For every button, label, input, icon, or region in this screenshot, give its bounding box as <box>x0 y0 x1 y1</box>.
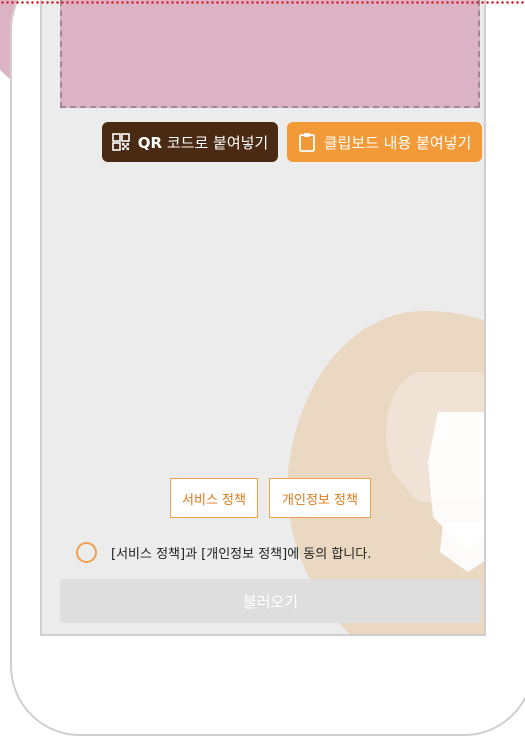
clipboard-icon <box>298 133 315 152</box>
app-screen: QR 코드로 붙여넣기 클립보드 내용 붙여넣기 서비스 정책 개인정보 정책 … <box>40 0 486 636</box>
service-policy-button[interactable]: 서비스 정책 <box>170 478 258 518</box>
privacy-policy-button[interactable]: 개인정보 정책 <box>269 478 371 518</box>
qr-button-label: QR 코드로 붙여넣기 <box>137 133 269 152</box>
agreement-row: [서비스 정책]과 [개인정보 정책]에 동의 합니다. <box>76 540 371 564</box>
clipboard-paste-button[interactable]: 클립보드 내용 붙여넣기 <box>287 122 482 162</box>
agreement-label: [서비스 정책]과 [개인정보 정책]에 동의 합니다. <box>111 546 372 562</box>
agreement-radio[interactable] <box>76 541 97 563</box>
load-button[interactable]: 불러오기 <box>60 579 481 623</box>
scan-area <box>60 0 480 108</box>
clipboard-button-label: 클립보드 내용 붙여넣기 <box>323 133 472 152</box>
top-dotted-border <box>0 0 525 5</box>
qr-code-icon <box>111 133 130 151</box>
qr-paste-button[interactable]: QR 코드로 붙여넣기 <box>102 122 278 162</box>
